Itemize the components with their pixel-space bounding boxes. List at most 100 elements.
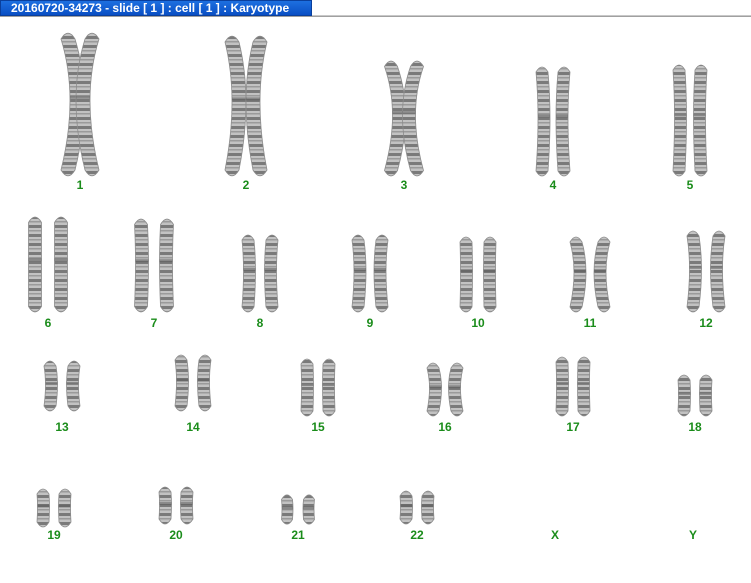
centromere-21-a	[282, 506, 293, 510]
chromosome-13-b[interactable]	[66, 360, 81, 412]
chromosome-18-a[interactable]	[677, 374, 691, 417]
centromere-8-a	[243, 268, 256, 272]
chromosome-15-b[interactable]	[322, 358, 336, 417]
chromosome-label-16: 16	[438, 420, 452, 434]
centromere-17-a	[556, 381, 569, 385]
chromosome-12-a[interactable]	[686, 230, 702, 313]
chromosome-label-11: 11	[584, 316, 597, 330]
chromosome-label-8: 8	[257, 316, 264, 330]
chromosome-16-b[interactable]	[448, 362, 464, 417]
chromosome-3-b[interactable]	[402, 60, 424, 177]
chromosome-9-a[interactable]	[351, 234, 367, 313]
centromere-19-a	[37, 504, 50, 508]
centromere-17-b	[577, 381, 590, 385]
centromere-12-a	[689, 265, 702, 269]
chromosome-11-a[interactable]	[569, 236, 587, 313]
chromosome-16-a[interactable]	[426, 362, 442, 417]
centromere-10-a	[460, 269, 473, 273]
centromere-15-b	[322, 383, 335, 387]
centromere-9-a	[354, 268, 366, 272]
chromosome-17-a[interactable]	[555, 356, 569, 417]
chromosome-label-1: 1	[77, 178, 84, 192]
centromere-19-b	[58, 504, 71, 508]
chromosome-label-17: 17	[566, 420, 580, 434]
chromosome-label-x: X	[551, 528, 559, 542]
centromere-7-b	[159, 259, 173, 263]
centromere-11-a	[574, 269, 586, 273]
centromere-15-a	[301, 383, 314, 387]
centromere-13-a	[45, 381, 58, 385]
chromosome-label-14: 14	[186, 420, 200, 434]
chromosome-22-a[interactable]	[399, 490, 413, 525]
chromosome-2-a[interactable]	[224, 35, 247, 177]
centromere-8-b	[264, 268, 277, 272]
chromosome-label-22: 22	[410, 528, 424, 542]
chromosome-7-a[interactable]	[134, 218, 149, 313]
chromosome-21-a[interactable]	[281, 494, 294, 525]
centromere-16-b	[448, 385, 461, 389]
chromosome-label-10: 10	[471, 316, 485, 330]
chromosome-label-2: 2	[243, 178, 250, 192]
chromosome-label-18: 18	[688, 420, 702, 434]
chromosome-14-a[interactable]	[174, 354, 189, 412]
centromere-7-a	[135, 259, 149, 263]
centromere-5-a	[674, 113, 687, 117]
chromosome-label-21: 21	[291, 528, 305, 542]
chromosome-17-b[interactable]	[577, 356, 591, 417]
centromere-20-b	[180, 502, 193, 506]
chromosome-19-b[interactable]	[58, 488, 72, 528]
centromere-6-b	[54, 258, 68, 262]
chromosome-label-12: 12	[699, 316, 713, 330]
chromosome-label-7: 7	[151, 316, 158, 330]
chromosome-10-b[interactable]	[483, 236, 497, 313]
centromere-4-a	[538, 114, 550, 118]
centromere-10-b	[483, 269, 496, 273]
chromosome-10-a[interactable]	[459, 236, 473, 313]
chromosome-19-a[interactable]	[36, 488, 50, 528]
chromosome-9-b[interactable]	[373, 234, 389, 313]
centromere-18-b	[699, 391, 712, 395]
centromere-3-b	[402, 111, 416, 115]
centromere-22-a	[400, 504, 413, 508]
chromosome-21-b[interactable]	[302, 494, 315, 525]
chromosome-label-4: 4	[550, 178, 557, 192]
chromosome-4-a[interactable]	[535, 66, 551, 177]
chromosome-8-b[interactable]	[264, 234, 279, 313]
centromere-18-a	[678, 391, 691, 395]
chromosome-label-6: 6	[45, 316, 52, 330]
chromosome-20-a[interactable]	[158, 486, 172, 525]
centromere-14-b	[197, 378, 210, 382]
centromere-13-b	[66, 381, 79, 385]
centromere-20-a	[159, 502, 172, 506]
chromosome-12-b[interactable]	[710, 230, 726, 313]
chromosome-13-a[interactable]	[43, 360, 58, 412]
chromosome-22-b[interactable]	[421, 490, 435, 525]
chromosome-label-20: 20	[169, 528, 183, 542]
chromosome-8-a[interactable]	[241, 234, 256, 313]
centromere-4-b	[556, 114, 568, 118]
chromosome-7-b[interactable]	[159, 218, 174, 313]
chromosome-20-b[interactable]	[180, 486, 194, 525]
karyotype-view: 1 2 3 4 56 7 8 9 10 11 1213 14 15 16 17 1819 20 21 22 X Y	[28, 32, 726, 542]
chromosome-6-a[interactable]	[28, 216, 42, 313]
chromosome-15-a[interactable]	[300, 358, 314, 417]
chromosome-4-b[interactable]	[555, 66, 571, 177]
chromosome-11-b[interactable]	[593, 236, 611, 313]
chromosome-6-b[interactable]	[54, 216, 68, 313]
chromosome-label-15: 15	[311, 420, 325, 434]
chromosome-18-b[interactable]	[699, 374, 713, 417]
chromosome-14-b[interactable]	[197, 354, 212, 412]
chromosome-5-b[interactable]	[693, 64, 708, 177]
chromosome-label-3: 3	[401, 178, 408, 192]
centromere-21-b	[303, 506, 314, 510]
centromere-11-b	[594, 269, 606, 273]
chromosome-label-19: 19	[47, 528, 61, 542]
chromosome-label-y: Y	[689, 528, 697, 542]
centromere-6-a	[28, 258, 42, 262]
centromere-5-b	[693, 113, 706, 117]
centromere-22-b	[421, 504, 434, 508]
centromere-14-a	[176, 378, 189, 382]
chromosome-2-b[interactable]	[245, 35, 268, 177]
chromosome-5-a[interactable]	[672, 64, 687, 177]
centromere-12-b	[710, 265, 723, 269]
